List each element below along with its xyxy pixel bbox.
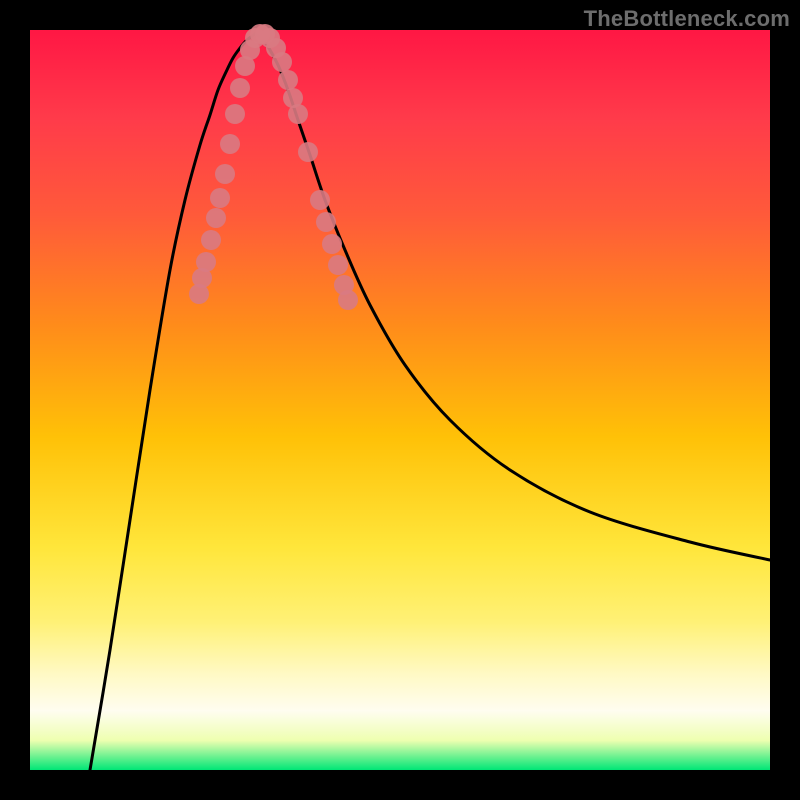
chart-svg — [30, 30, 770, 770]
bead-marker — [220, 134, 240, 154]
curve-right-curve — [255, 34, 770, 560]
watermark-text: TheBottleneck.com — [584, 6, 790, 32]
marker-group — [189, 24, 358, 310]
bead-marker — [272, 52, 292, 72]
chart-stage: TheBottleneck.com — [0, 0, 800, 800]
bead-marker — [322, 234, 342, 254]
bead-marker — [316, 212, 336, 232]
bead-marker — [215, 164, 235, 184]
bead-marker — [206, 208, 226, 228]
plot-area — [30, 30, 770, 770]
bead-marker — [288, 104, 308, 124]
bead-marker — [210, 188, 230, 208]
bead-marker — [338, 290, 358, 310]
bead-marker — [310, 190, 330, 210]
curve-group — [90, 34, 770, 770]
bead-marker — [328, 255, 348, 275]
bead-marker — [201, 230, 221, 250]
bead-marker — [298, 142, 318, 162]
bead-marker — [225, 104, 245, 124]
bead-marker — [278, 70, 298, 90]
bead-marker — [196, 252, 216, 272]
bead-marker — [230, 78, 250, 98]
